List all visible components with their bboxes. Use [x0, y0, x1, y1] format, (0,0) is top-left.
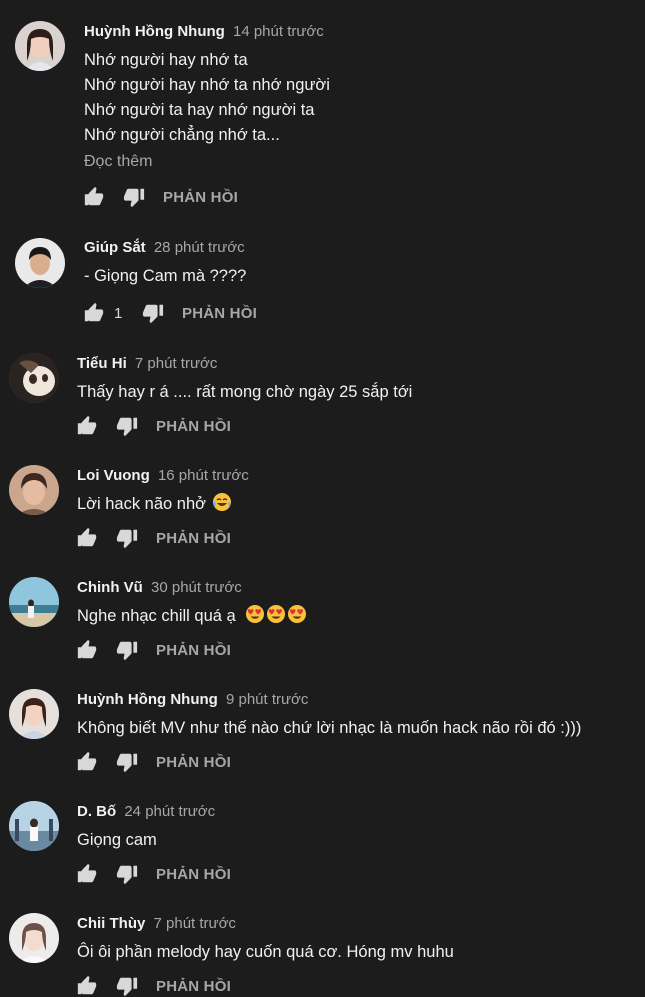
comment-text: Giọng cam	[77, 828, 157, 853]
comment-author[interactable]: D. Bố	[77, 803, 116, 820]
reply-button[interactable]: PHẢN HỒI	[156, 418, 231, 435]
avatar[interactable]	[9, 465, 59, 515]
thumb-up-icon[interactable]	[76, 863, 98, 885]
thumb-up-icon[interactable]	[76, 751, 98, 773]
comment-timestamp[interactable]: 9 phút trước	[226, 691, 308, 708]
read-more-link[interactable]: Đọc thêm	[84, 153, 152, 171]
comment-timestamp[interactable]: 24 phút trước	[124, 803, 215, 820]
comment-timestamp[interactable]: 30 phút trước	[151, 579, 242, 596]
reply-button[interactable]: PHẢN HỒI	[163, 189, 238, 206]
comment-text: Không biết MV như thế nào chứ lời nhạc l…	[77, 716, 581, 741]
comment-text: Nghe nhạc chill quá ạ	[77, 604, 307, 629]
comment-timestamp[interactable]: 7 phút trước	[135, 355, 217, 372]
comment-author[interactable]: Giúp Sắt	[84, 239, 146, 256]
heart-eyes-emoji-icon	[245, 604, 265, 624]
reply-button[interactable]: PHẢN HỒI	[156, 978, 231, 995]
comment-text: - Giọng Cam mà ????	[84, 264, 246, 289]
comment-text: Lời hack não nhở	[77, 492, 232, 517]
comment-line: Nhớ người ta hay nhớ người ta	[84, 101, 315, 119]
comment-timestamp[interactable]: 16 phút trước	[158, 467, 249, 484]
comment-line: Nhớ người chẳng nhớ ta...	[84, 126, 280, 144]
avatar[interactable]	[9, 913, 59, 963]
comment-line: Nhớ người hay nhớ ta	[84, 51, 248, 69]
avatar[interactable]	[9, 801, 59, 851]
comment-author[interactable]: Huỳnh Hồng Nhung	[84, 23, 225, 40]
comment-line: - Giọng Cam mà ????	[84, 267, 247, 285]
reply-button[interactable]: PHẢN HỒI	[182, 305, 257, 322]
comment-author[interactable]: Chinh Vũ	[77, 579, 143, 596]
comment-author[interactable]: Tiểu Hi	[77, 355, 127, 372]
thumb-up-icon[interactable]	[83, 302, 105, 324]
thumb-up-icon[interactable]	[76, 415, 98, 437]
comment-text: Ôi ôi phần melody hay cuốn quá cơ. Hóng …	[77, 940, 454, 965]
thumb-down-icon[interactable]	[142, 302, 164, 324]
comment-line: Không biết MV như thế nào chứ lời nhạc l…	[77, 719, 582, 737]
comment-author[interactable]: Loi Vuong	[77, 467, 150, 484]
reply-button[interactable]: PHẢN HỒI	[156, 530, 231, 547]
heart-eyes-emoji-icon	[287, 604, 307, 624]
tears-of-joy-emoji-icon	[212, 492, 232, 512]
comment-line: Giọng cam	[77, 831, 157, 849]
reply-button[interactable]: PHẢN HỒI	[156, 642, 231, 659]
thumb-down-icon[interactable]	[116, 527, 138, 549]
comment-timestamp[interactable]: 14 phút trước	[233, 23, 324, 40]
avatar[interactable]	[9, 577, 59, 627]
avatar[interactable]	[9, 353, 59, 403]
thumb-up-icon[interactable]	[76, 639, 98, 661]
comment-text: Nhớ người hay nhớ ta Nhớ người hay nhớ t…	[84, 48, 330, 148]
heart-eyes-emoji-icon	[266, 604, 286, 624]
avatar[interactable]	[9, 689, 59, 739]
comment-text: Thấy hay r á .... rất mong chờ ngày 25 s…	[77, 380, 412, 405]
comment-line: Nhớ người hay nhớ ta nhớ người	[84, 76, 330, 94]
thumb-down-icon[interactable]	[116, 751, 138, 773]
thumb-down-icon[interactable]	[116, 863, 138, 885]
comment-timestamp[interactable]: 7 phút trước	[154, 915, 236, 932]
comment-line: Nghe nhạc chill quá ạ	[77, 607, 236, 625]
comment-line: Ôi ôi phần melody hay cuốn quá cơ. Hóng …	[77, 943, 454, 961]
comment-line: Thấy hay r á .... rất mong chờ ngày 25 s…	[77, 383, 413, 401]
thumb-up-icon[interactable]	[76, 527, 98, 549]
avatar[interactable]	[15, 21, 65, 71]
comment-line: Lời hack não nhở	[77, 495, 206, 513]
thumb-down-icon[interactable]	[116, 639, 138, 661]
thumb-down-icon[interactable]	[116, 415, 138, 437]
reply-button[interactable]: PHẢN HỒI	[156, 866, 231, 883]
thumb-down-icon[interactable]	[123, 186, 145, 208]
comment-timestamp[interactable]: 28 phút trước	[154, 239, 245, 256]
comment-author[interactable]: Huỳnh Hồng Nhung	[77, 691, 218, 708]
comment-author[interactable]: Chii Thùy	[77, 915, 145, 932]
like-count: 1	[114, 304, 123, 322]
reply-button[interactable]: PHẢN HỒI	[156, 754, 231, 771]
thumb-up-icon[interactable]	[83, 186, 105, 208]
avatar[interactable]	[15, 238, 65, 288]
